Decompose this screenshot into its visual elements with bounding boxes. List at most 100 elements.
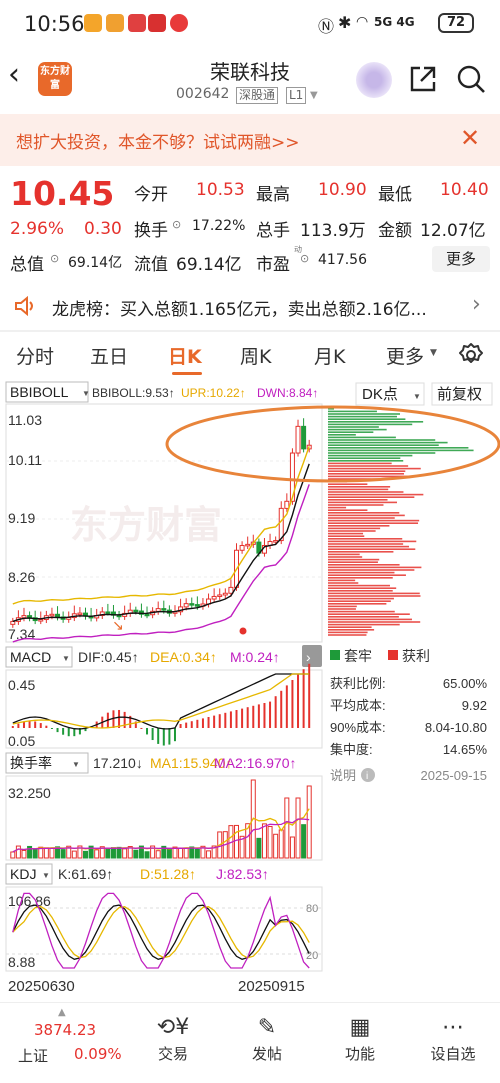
dropdown-icon[interactable]: ▼	[42, 871, 50, 880]
cost-bar	[328, 421, 424, 423]
boll-dwn: DWN:8.84↑	[257, 386, 318, 400]
macd-bar	[118, 709, 121, 728]
macd-indicator-name[interactable]: MACD	[10, 649, 51, 665]
tab-five-day[interactable]: 五日	[90, 342, 128, 369]
tab-intraday[interactable]: 分时	[16, 342, 54, 369]
turnover-bar	[83, 850, 88, 859]
banner-text[interactable]: 想扩大投资，本金不够？试试两融>>	[16, 128, 300, 153]
nav-post[interactable]: ✎ 发帖	[232, 1013, 302, 1064]
cost-bar	[328, 574, 406, 576]
macd-bar	[297, 674, 300, 728]
cost-bar	[328, 605, 357, 608]
macd-bar	[56, 728, 59, 733]
nav-watchlist[interactable]: ⋯ 设自选	[418, 1013, 488, 1064]
dropdown-icon[interactable]: ▼	[82, 389, 90, 398]
candle-body	[217, 594, 223, 597]
float-label: 流值	[134, 255, 168, 275]
margin-banner[interactable]: 想扩大投资，本金不够？试试两融>> ✕	[0, 114, 500, 166]
turnover-bar	[278, 829, 284, 859]
avg-cost-value: 9.92	[462, 698, 487, 713]
turnover-indicator-name[interactable]: 换手率	[10, 755, 52, 771]
cost-bar	[328, 434, 356, 436]
tab-daily-k[interactable]: 日K	[168, 342, 202, 369]
signal-dot	[239, 627, 247, 635]
cost-bar	[328, 525, 390, 527]
macd-bar	[157, 728, 160, 744]
dragon-tiger-text[interactable]: 龙虎榜：买入总额1.165亿元，卖出总额2.16亿...	[52, 295, 427, 320]
nav-trade[interactable]: ⟲¥ 交易	[138, 1013, 208, 1064]
trap-legend-label: 套牢	[344, 648, 372, 664]
network-indicator: 5G 4G	[374, 15, 415, 29]
cost-bar	[328, 600, 391, 602]
candle-body	[38, 619, 44, 622]
adjust-button[interactable]: 前复权	[437, 385, 482, 403]
turnover-bar	[60, 849, 66, 859]
search-icon[interactable]	[456, 64, 486, 94]
cost-bar	[328, 452, 436, 454]
app-logo: 东方财富	[38, 62, 72, 96]
tab-weekly-k[interactable]: 周K	[240, 342, 271, 369]
dropdown-icon[interactable]: ▼	[413, 392, 421, 401]
assistant-avatar-icon[interactable]	[356, 62, 392, 98]
dk-point-button[interactable]: DK点	[362, 386, 398, 403]
dropdown-icon[interactable]: ▼	[310, 90, 318, 101]
dropdown-icon[interactable]: ▼	[72, 760, 80, 769]
chevron-right-icon[interactable]: ›	[472, 292, 481, 317]
cost90-value: 8.04-10.80	[425, 720, 487, 735]
tab-monthly-k[interactable]: 月K	[314, 342, 345, 369]
kdj-indicator-name[interactable]: KDJ	[10, 866, 36, 882]
note-label[interactable]: 说明	[330, 768, 356, 783]
tab-more[interactable]: 更多	[386, 342, 424, 369]
battery-icon: 72	[438, 13, 474, 33]
high-value: 10.90	[318, 180, 367, 200]
candle-body	[105, 611, 111, 614]
close-icon[interactable]: ✕	[460, 124, 480, 152]
chevron-right-icon[interactable]: ›	[306, 649, 311, 665]
macd-bar	[173, 728, 176, 742]
cost-bar	[328, 462, 392, 465]
cost-bar	[328, 514, 405, 517]
share-icon[interactable]	[408, 64, 438, 94]
back-arrow-icon[interactable]: ‹	[8, 60, 20, 90]
info-icon[interactable]: ⊙	[300, 252, 309, 265]
settings-gear-icon[interactable]	[458, 342, 484, 368]
turnover-ma2: MA2:16.970↑	[214, 755, 297, 771]
info-icon[interactable]: ⊙	[172, 218, 181, 231]
cost-bar	[328, 613, 410, 615]
expand-panel-button[interactable]	[302, 645, 322, 667]
cost-bar	[328, 509, 368, 511]
dropdown-icon[interactable]: ▼	[430, 348, 437, 358]
cost-bar	[328, 491, 404, 493]
cost-bar	[328, 561, 378, 563]
stock-code: 002642	[176, 86, 230, 102]
stock-name: 荣联科技	[210, 60, 290, 84]
dragon-tiger-bar[interactable]: 龙虎榜：买入总额1.165亿元，卖出总额2.16亿... ›	[0, 282, 500, 330]
nav-function[interactable]: ▦ 功能	[325, 1013, 395, 1064]
turnover-bar	[306, 785, 312, 859]
turnover-bar	[273, 833, 279, 859]
amount-value: 12.07亿	[420, 221, 486, 241]
turnover-bar	[155, 850, 161, 859]
dropdown-icon[interactable]: ▼	[62, 654, 70, 663]
index-pct: 0.09%	[74, 1045, 122, 1063]
cost-bar	[328, 587, 397, 589]
info-icon[interactable]: ⊙	[50, 252, 59, 265]
boll-indicator-name[interactable]: BBIBOLL	[10, 384, 69, 400]
kdj-j: J:82.53↑	[216, 866, 269, 882]
cost-bar	[328, 626, 372, 628]
price-axis-label: 11.03	[8, 412, 42, 428]
kline-chart[interactable]: 东方财富 BBIBOLL ▼ BBIBOLL:9.53↑ UPR:10.22↑ …	[0, 378, 500, 1002]
turnover-bar	[110, 847, 116, 859]
cost-bar	[328, 423, 413, 426]
date-end-label: 20250915	[238, 978, 305, 995]
profit-ratio-label: 获利比例:	[330, 676, 386, 691]
turnover-bar	[49, 847, 55, 859]
amount-label: 金额	[378, 221, 412, 241]
cost-bar	[328, 496, 415, 498]
more-button[interactable]: 更多	[432, 246, 490, 272]
nfc-icon: Ⓝ	[318, 17, 335, 36]
macd-bar	[196, 719, 199, 728]
nav-post-label: 发帖	[251, 1045, 282, 1063]
macd-bar	[302, 669, 305, 728]
cost-bar	[328, 527, 381, 530]
